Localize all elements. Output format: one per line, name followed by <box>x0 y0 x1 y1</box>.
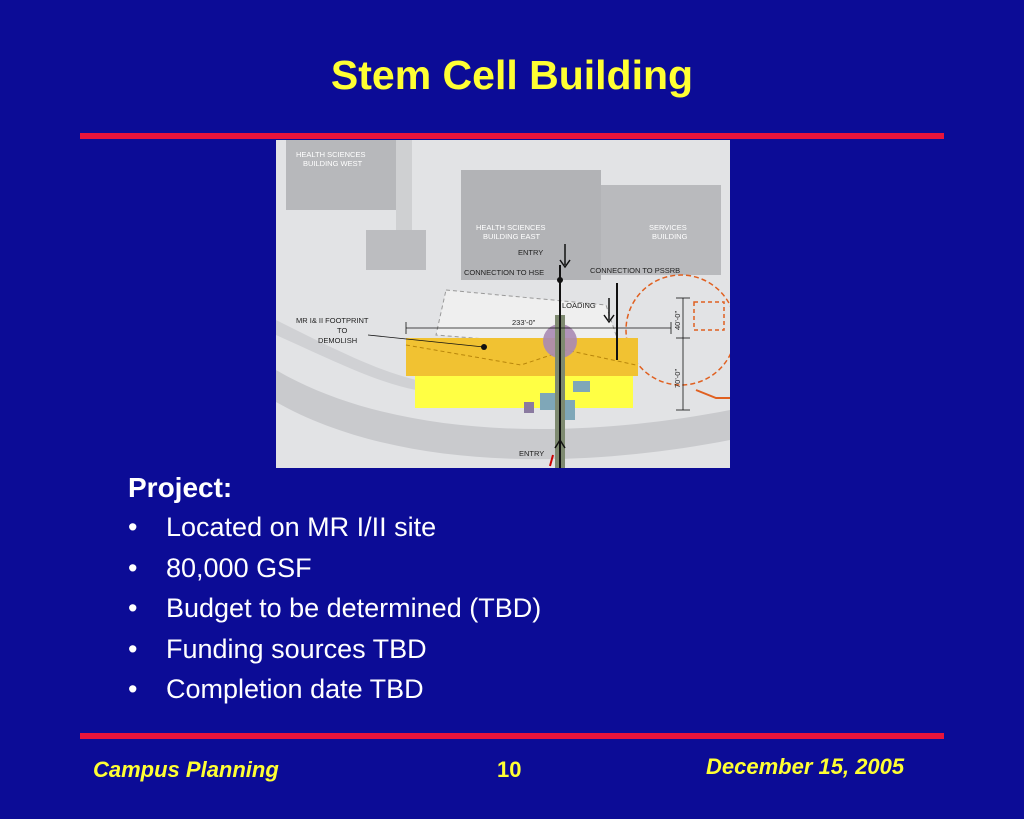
list-item: • Funding sources TBD <box>128 629 541 670</box>
bottom-divider <box>80 733 944 739</box>
list-item: • Located on MR I/II site <box>128 507 541 548</box>
project-bullet-list: • Located on MR I/II site • 80,000 GSF • Bu… <box>128 507 541 710</box>
project-heading: Project: <box>128 472 233 503</box>
bullet-text: Located on MR I/II site <box>166 512 437 542</box>
bullet-icon: • <box>128 633 138 664</box>
label-footprint-3: DEMOLISH <box>318 336 357 345</box>
label-loading: LOADING <box>562 301 596 310</box>
bullet-icon: • <box>128 552 138 583</box>
site-plan-drawing: HEALTH SCIENCES BUILDING WEST HEALTH SCI… <box>276 140 730 468</box>
label-services-1: SERVICES <box>649 223 687 232</box>
bullet-icon: • <box>128 512 138 542</box>
label-hs-east-1: HEALTH SCIENCES <box>476 223 545 232</box>
project-section: Project: • Located on MR I/II site • 80,00… <box>128 472 541 710</box>
label-dimension-width: 233'-0" <box>512 318 536 327</box>
bullet-icon: • <box>128 674 138 704</box>
label-dimension-right-1: 40'-0" <box>673 311 682 330</box>
label-entry-bottom: ENTRY <box>519 449 544 458</box>
label-hs-east-2: BUILDING EAST <box>483 232 541 241</box>
bullet-text: Completion date TBD <box>166 674 424 704</box>
label-hs-west-1: HEALTH SCIENCES <box>296 150 365 159</box>
label-services-2: BUILDING <box>652 232 688 241</box>
list-item: • 80,000 GSF <box>128 548 541 589</box>
footer-department: Campus Planning <box>93 757 279 782</box>
label-dimension-right-2: 70'-0" <box>673 369 682 388</box>
list-item: • Budget to be determined (TBD) <box>128 588 541 629</box>
label-connection-hse: CONNECTION TO HSE <box>464 268 544 277</box>
footer-page-number: 10 <box>497 757 522 782</box>
label-entry-top: ENTRY <box>518 248 543 257</box>
label-footprint-2: TO <box>337 326 347 335</box>
top-divider <box>80 133 944 139</box>
bullet-text: Budget to be determined (TBD) <box>166 593 542 623</box>
bullet-text: Funding sources TBD <box>166 633 427 664</box>
site-plan-image: HEALTH SCIENCES BUILDING WEST HEALTH SCI… <box>276 140 730 468</box>
new-building-upper <box>406 338 638 376</box>
bullet-icon: • <box>128 593 138 623</box>
label-hs-west-2: BUILDING WEST <box>303 159 363 168</box>
slide-title: Stem Cell Building <box>330 52 694 98</box>
label-footprint-1: MR I& II FOOTPRINT <box>296 316 369 325</box>
bullet-text: 80,000 GSF <box>166 552 312 583</box>
footer-date: December 15, 2005 <box>706 754 905 779</box>
label-connection-pssrb: CONNECTION TO PSSRB <box>590 266 680 275</box>
list-item: • Completion date TBD <box>128 669 541 710</box>
